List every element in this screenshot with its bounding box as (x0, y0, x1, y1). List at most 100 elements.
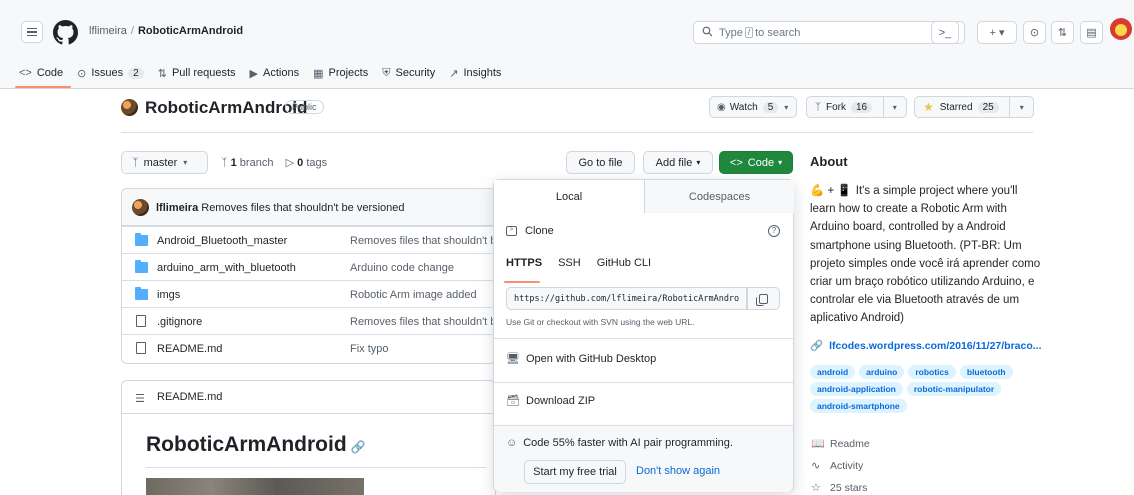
tag-count: 0 (297, 157, 304, 169)
search-shortcut-key: / (744, 27, 754, 38)
description-emoji: 💪 + 📱 (810, 185, 852, 197)
file-name[interactable]: arduino_arm_with_bluetooth (157, 262, 296, 274)
search-input[interactable]: Type / to search (693, 21, 965, 44)
tab-projects[interactable]: ▦ Projects (313, 67, 368, 80)
star-dropdown-chevron-icon[interactable]: ▾ (1009, 97, 1033, 117)
tab-codespaces-label: Codespaces (688, 190, 751, 203)
topic-tag[interactable]: arduino (859, 365, 905, 379)
repo-link[interactable]: RoboticArmAndroid (138, 25, 243, 37)
tab-github-cli[interactable]: GitHub CLI (597, 257, 651, 277)
command-palette-button[interactable]: >_ (931, 21, 959, 44)
file-name[interactable]: .gitignore (157, 316, 202, 328)
git-branch-icon: ᛉ (221, 157, 228, 169)
pull-requests-button[interactable]: ⇅ (1051, 21, 1074, 44)
tab-label: Security (395, 67, 436, 79)
add-file-button[interactable]: Add file ▾ (643, 151, 713, 174)
table-row[interactable]: imgs Robotic Arm image added (122, 280, 495, 307)
watch-button[interactable]: ◉ Watch 5 ▾ (709, 96, 797, 118)
link-icon[interactable]: 🔗 (351, 440, 366, 454)
file-name[interactable]: Android_Bluetooth_master (157, 235, 287, 247)
shield-icon: ⛨ (382, 66, 391, 79)
issues-button[interactable]: ⊙ (1023, 21, 1046, 44)
repo-title[interactable]: RoboticArmAndroid (145, 98, 307, 118)
readme-filename[interactable]: README.md (157, 391, 222, 403)
code-button[interactable]: <> Code ▾ (719, 151, 793, 174)
tab-label: Insights (463, 67, 502, 79)
fork-button[interactable]: ᛉ Fork 16 (807, 97, 883, 117)
readme-link[interactable]: 📖 Readme (811, 437, 870, 451)
topic-tag[interactable]: bluetooth (959, 365, 1013, 379)
clone-url-input[interactable] (507, 288, 746, 309)
unstar-button[interactable]: ★ Starred 25 (915, 97, 1009, 117)
robotic-arm-image (146, 478, 364, 495)
tags-link[interactable]: ▷ 0 tags (286, 157, 327, 169)
branches-link[interactable]: ᛉ1 branch (221, 157, 273, 169)
file-name[interactable]: imgs (157, 289, 180, 301)
file-table: lflimeira Removes files that shouldn't b… (121, 188, 496, 364)
copilot-promo: ☺ Code 55% faster with AI pair programmi… (494, 425, 793, 492)
tab-https[interactable]: HTTPS (503, 257, 542, 283)
create-new-button[interactable]: + ▾ (977, 21, 1017, 44)
link-icon: 🔗 (810, 340, 824, 352)
topic-tag[interactable]: android-smartphone (810, 399, 907, 413)
file-commit-message[interactable]: Removes files that shouldn't be (350, 235, 495, 247)
commit-author[interactable]: lflimeira (156, 202, 198, 214)
tab-pull-requests[interactable]: ⇅ Pull requests (158, 67, 236, 80)
copilot-promo-label: Code 55% faster with AI pair programming… (523, 437, 733, 449)
tab-local[interactable]: Local (494, 180, 644, 214)
open-desktop-label: Open with GitHub Desktop (526, 352, 657, 365)
open-desktop-item[interactable]: 🖥 Open with GitHub Desktop (506, 352, 657, 366)
file-commit-message[interactable]: Arduino code change (350, 262, 454, 274)
about-heading: About (810, 154, 848, 169)
github-logo-icon[interactable] (53, 20, 78, 45)
commit-author-avatar[interactable] (132, 199, 149, 216)
table-row[interactable]: README.md Fix typo (122, 334, 495, 361)
copy-url-button[interactable] (747, 287, 780, 310)
commit-message[interactable]: Removes files that shouldn't be versione… (201, 202, 404, 214)
fork-dropdown-chevron-icon[interactable]: ▾ (882, 97, 907, 117)
table-row[interactable]: Android_Bluetooth_master Removes files t… (122, 226, 495, 253)
topic-tag[interactable]: robotics (908, 365, 956, 379)
tab-code[interactable]: <> Code (19, 67, 63, 79)
file-name[interactable]: README.md (157, 343, 222, 355)
tab-security[interactable]: ⛨ Security (382, 67, 435, 80)
question-icon[interactable]: ? (768, 225, 780, 237)
readme-heading: RoboticArmAndroid 🔗 (146, 433, 366, 457)
visibility-badge: Public (285, 100, 324, 114)
dont-show-again-link[interactable]: Don't show again (636, 465, 720, 477)
stars-link[interactable]: ☆ 25 stars (811, 481, 867, 495)
clone-url-note: Use Git or checkout with SVN using the w… (506, 317, 695, 327)
tab-issues[interactable]: ⊙ Issues 2 (77, 67, 144, 80)
branch-count: 1 (230, 157, 237, 169)
tab-insights[interactable]: ↗ Insights (449, 67, 501, 80)
file-commit-message[interactable]: Robotic Arm image added (350, 289, 477, 301)
inbox-button[interactable]: ▤ (1080, 21, 1103, 44)
homepage-link[interactable]: 🔗 lfcodes.wordpress.com/2016/11/27/braco… (810, 339, 1042, 353)
star-count: 25 (977, 101, 999, 113)
branch-selector[interactable]: ᛉ master ▾ (121, 151, 208, 174)
tab-label: Issues (91, 67, 124, 79)
topic-tag[interactable]: android (810, 365, 856, 379)
table-row[interactable]: .gitignore Removes files that shouldn't … (122, 307, 495, 334)
chevron-down-icon: ▾ (696, 158, 701, 167)
table-row[interactable]: arduino_arm_with_bluetooth Arduino code … (122, 253, 495, 280)
repo-header-divider (121, 132, 1033, 133)
user-avatar[interactable] (1110, 18, 1132, 40)
list-unordered-icon[interactable]: ☰ (135, 392, 145, 405)
active-tab-underline (15, 86, 71, 88)
file-commit-message[interactable]: Fix typo (350, 343, 389, 355)
topic-tag[interactable]: android-application (810, 382, 903, 396)
owner-link[interactable]: lflimeira (89, 25, 127, 37)
menu-icon[interactable] (21, 21, 43, 43)
activity-link[interactable]: ∿ Activity (811, 459, 863, 473)
tab-codespaces[interactable]: Codespaces (644, 180, 794, 213)
go-to-file-button[interactable]: Go to file (566, 151, 635, 174)
file-commit-message[interactable]: Removes files that shouldn't be (350, 316, 495, 328)
topic-tag[interactable]: robotic-manipulator (906, 382, 1002, 396)
start-trial-button[interactable]: Start my free trial (524, 460, 626, 484)
tab-actions[interactable]: ▶ Actions (250, 67, 300, 80)
download-zip-item[interactable]: 🗃 Download ZIP (506, 394, 595, 408)
repo-owner-avatar[interactable] (121, 99, 138, 116)
tab-ssh[interactable]: SSH (558, 257, 581, 277)
tab-label: Pull requests (171, 67, 236, 79)
